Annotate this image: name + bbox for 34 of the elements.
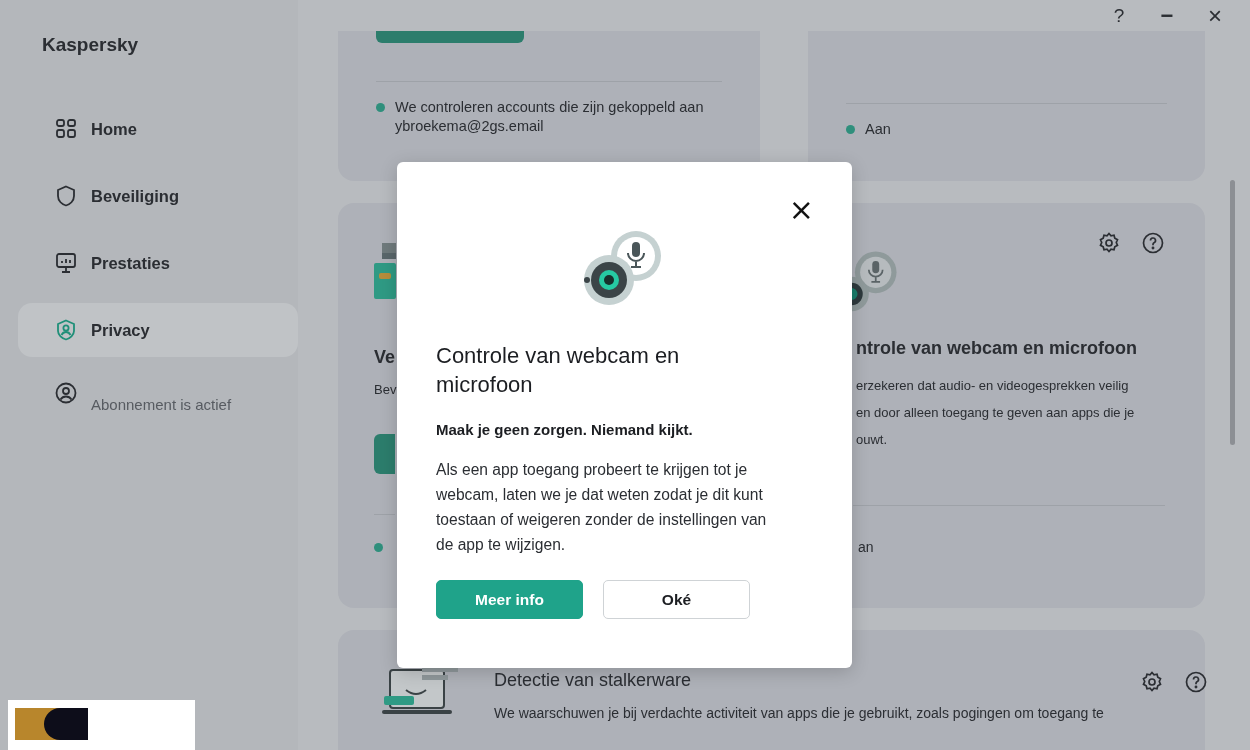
status-text: We controleren accounts die zijn gekoppeld aan ybroekema@2gs.email [395,98,705,136]
help-button[interactable]: ? [1104,4,1134,27]
status-text: an [858,539,874,555]
sidebar-item[interactable]: Privacy [18,303,298,357]
sidebar-item[interactable]: Prestaties [18,236,298,290]
user-icon [54,381,78,405]
card-description: We waarschuwen je bij verdachte activiteit van apps die je gebruikt, zoals pogingen om toegang te [494,705,1104,721]
device-drawing [374,243,396,301]
card-description: erzekeren dat audio- en videogesprekken veilig en door alleen toegang te geven aan apps die je ouwt. [856,377,1136,449]
card-title: Detectie van stalkerware [494,670,693,691]
close-button[interactable]: × [1200,1,1230,30]
close-button[interactable]: × [788,196,814,224]
settings-icon[interactable] [1097,231,1121,255]
card-title: ntrole van webcam en microfoon [856,338,1139,359]
shield-icon [54,184,78,208]
sidebar-item[interactable]: Home [18,102,298,156]
help-icon[interactable] [1141,231,1165,255]
scrollbar[interactable] [1230,180,1235,445]
card-description: Bev [374,382,397,397]
status-text: Aan [865,120,891,139]
dialog-subtitle: Maak je geen zorgen. Niemand kijkt. [436,421,694,438]
sidebar-item[interactable]: Beveiliging [18,169,298,223]
grid-icon [54,117,78,141]
shield-user-icon [54,318,78,342]
logo-icon [8,700,195,750]
settings-icon[interactable] [1139,670,1164,694]
card-title: Ve [374,347,396,368]
dialog-text: Als een app toegang probeert te krijgen tot je webcam, laten we je dat weten zodat je dit kunt toestaan of weigeren zonder de instellingen van de app te wijzigen. [436,460,768,555]
dialog-title: Controle van webcam en microfoon [436,342,681,399]
ok-button[interactable]: Oké [603,580,750,619]
monitor-icon [54,251,78,275]
minimize-button[interactable]: − [1152,2,1182,29]
help-icon[interactable] [1183,670,1208,694]
app-title: Kaspersky [42,34,140,56]
